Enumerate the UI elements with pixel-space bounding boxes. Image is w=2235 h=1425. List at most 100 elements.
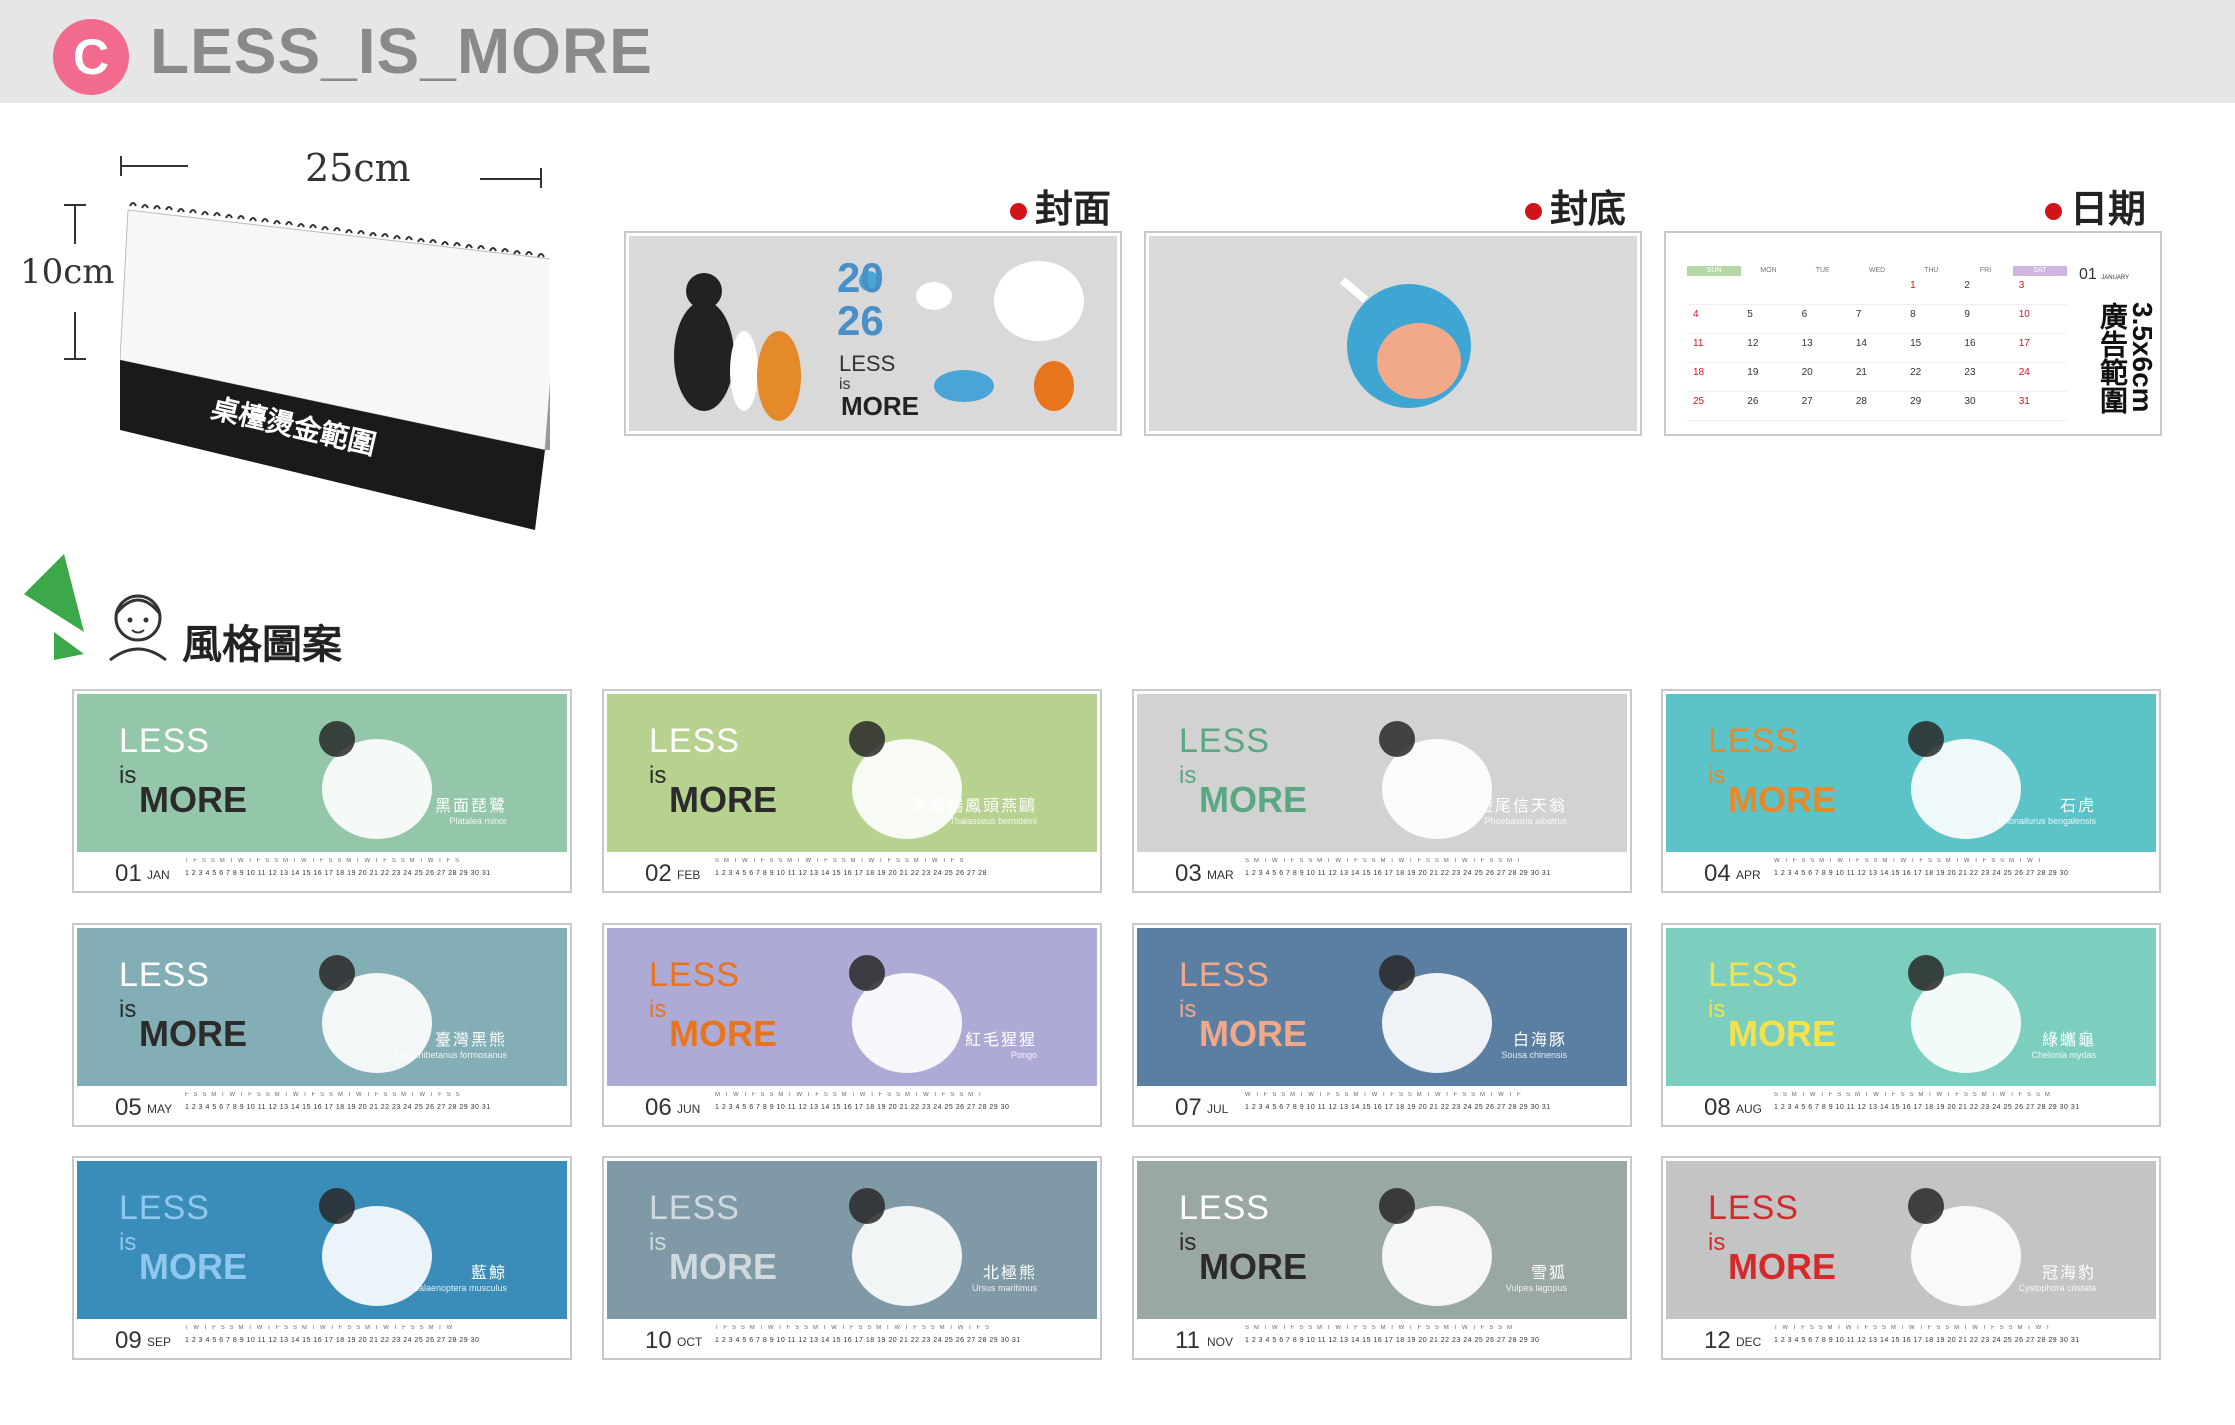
card-is-text: is [1179,762,1197,789]
cover-label: 封面 [1010,178,1111,233]
card-less-text: LESS [649,722,740,760]
month-date-strip: 03 MAR S M T W T F S S M T W T F S S M T W… [1137,852,1627,888]
day-strip: S M T W T F S S M T W T F S S M T W T F … [1245,858,1585,880]
card-is-text: is [119,996,137,1023]
card-more-text: MORE [669,1013,777,1054]
month-abbr: JAN [147,868,170,882]
day-of-week-row: S S M T W T F S S M T W T F S S M T W T … [1774,1092,2052,1098]
dim-line-left [120,165,188,167]
artwork-background [1666,928,2156,1086]
animal-name-latin: Phoebastria albatrus [1484,816,1567,826]
card-more-text: MORE [1728,1013,1836,1054]
day-number-row: 1 2 3 4 5 6 7 8 9 10 11 12 13 14 15 16 1… [1774,870,2069,877]
month-card: LESS is MORE 綠蠵龜 Chelonia mydas 08 AUG S S M T … [1661,923,2161,1127]
animal-illustration [607,928,1097,1086]
date-label: 日期 [2045,178,2146,233]
animal-name-zh: 雪狐 [1530,1265,1567,1282]
girl-face-icon [109,594,167,662]
day-of-week-row: S M T W T F S S M T W T F S S M T W T F … [1245,1325,1514,1331]
mini-weekday-header: SUN MON TUE WED THU FRI SAT [1687,266,2067,276]
back-label: 封底 [1525,178,1626,233]
height-label: 10cm [20,252,115,292]
animal-name-latin: Ursus thibetanus formosanus [389,1050,507,1060]
artwork-background [1137,694,1627,852]
month-number: 02 [645,860,672,887]
desk-calendar-illustration: 25cm 10cm 桌檯燙金範圍 [10,140,570,540]
back-cover-artwork [1149,236,1637,431]
month-artwork: LESS is MORE 短尾信天翁 Phoebastria albatrus [1137,694,1627,852]
mini-week-row: 11 12 13 14 15 16 17 [1687,334,2067,363]
animal-illustration [1666,1161,2156,1319]
animal-head-shape [849,721,885,757]
header-bar: C LESS_IS_MORE [0,0,2235,103]
cover-more: MORE [841,391,919,421]
artwork-background [1137,1161,1627,1319]
card-is-text: is [119,762,137,789]
cover-less: LESS [839,351,896,376]
animal-name-latin: Chelonia mydas [2031,1050,2096,1060]
card-more-text: MORE [669,779,777,820]
card-less-text: LESS [1708,1189,1799,1227]
day-number-row: 1 2 3 4 5 6 7 8 9 10 11 12 13 14 15 16 1… [715,1337,1021,1344]
animal-head-shape [319,955,355,991]
month-artwork: LESS is MORE 白海豚 Sousa chinensis [1137,928,1627,1086]
day-number-row: 1 2 3 4 5 6 7 8 9 10 11 12 13 14 15 16 1… [185,870,491,877]
animal-name-latin: Balaenoptera musculus [412,1283,507,1293]
card-is-text: is [649,996,667,1023]
width-label: 25cm [305,146,411,190]
card-more-text: MORE [139,1013,247,1054]
animal-name-latin: Pongo [1010,1050,1037,1060]
month-card: LESS is MORE 白海豚 Sousa chinensis 07 JUL W T F S… [1132,923,1632,1127]
day-number-row: 1 2 3 4 5 6 7 8 9 10 11 12 13 14 15 16 1… [715,870,987,877]
animal-illustration [1137,928,1627,1086]
card-more-text: MORE [139,779,247,820]
month-number: 11 [1175,1327,1200,1354]
day-strip: T W T F S S M T W T F S S M T W T F S S … [185,1325,525,1347]
animal-name-zh: 綠蠵龜 [2041,1032,2096,1049]
animal-name-zh: 黑嘴端鳳頭燕鷗 [910,798,1037,815]
animal-name-zh: 藍鯨 [470,1265,507,1282]
month-date-strip: 04 APR W T F S S M T W T F S S M T W T F S… [1666,852,2156,888]
card-less-text: LESS [119,1189,210,1227]
animal-name-latin: Platalea minor [449,816,507,826]
artwork-background [1666,1161,2156,1319]
mini-week-row: 123 [1687,276,2067,305]
month-card: LESS is MORE 冠海豹 Cystophora cristata 12 DEC T W… [1661,1156,2161,1360]
month-abbr: DEC [1736,1335,1762,1349]
day-strip: M T W T F S S M T W T F S S M T W T F S … [715,1092,1055,1114]
day-strip: T F S S M T W T F S S M T W T F S S M T … [185,858,525,880]
day-of-week-row: S M T W T F S S M T W T F S S M T W T F … [1245,858,1523,864]
month-abbr: APR [1736,868,1761,882]
month-number: 06 [645,1094,672,1121]
month-artwork: LESS is MORE 北極熊 Ursus maritimus [607,1161,1097,1319]
animal-name-zh: 臺灣黑熊 [434,1032,507,1049]
month-card: LESS is MORE 藍鯨 Balaenoptera musculus 09 SEP T … [72,1156,572,1360]
month-number: 12 [1704,1327,1731,1354]
dim-line-top [74,204,76,244]
month-date-strip: 11 NOV S M T W T F S S M T W T F S S M T W… [1137,1319,1627,1355]
back-cover-preview [1144,231,1642,436]
animal-head-shape [1379,955,1415,991]
month-artwork: LESS is MORE 石虎 Prionailurus bengalensis [1666,694,2156,852]
red-dot-icon [2045,203,2062,221]
animal-name-zh: 北極熊 [982,1265,1037,1282]
card-more-text: MORE [139,1246,247,1287]
animal-illustration [77,694,567,852]
dim-tick-bottom [64,358,86,360]
dim-tick-right [540,168,542,188]
card-more-text: MORE [1728,779,1836,820]
page-title: LESS_IS_MORE [150,15,653,87]
animal-name-latin: Vulpes lagopus [1505,1283,1567,1293]
card-more-text: MORE [669,1246,777,1287]
animal-illustration [77,928,567,1086]
month-abbr: JUN [677,1102,701,1116]
month-number: 10 [645,1327,672,1354]
animal-illustration [1137,694,1627,852]
section-badge: C [53,19,129,95]
day-of-week-row: S M T W T F S S M T W T F S S M T W T F … [715,858,965,864]
animal-name-latin: Thalasseus bernsteini [949,816,1037,826]
desk-calendar-drawing [119,202,565,530]
date-preview: SUN MON TUE WED THU FRI SAT 123 4 5 6 7 8 9 10… [1664,231,2162,436]
month-card: LESS is MORE 北極熊 Ursus maritimus 10 OCT T F S S… [602,1156,1102,1360]
animal-head-shape [1908,955,1944,991]
